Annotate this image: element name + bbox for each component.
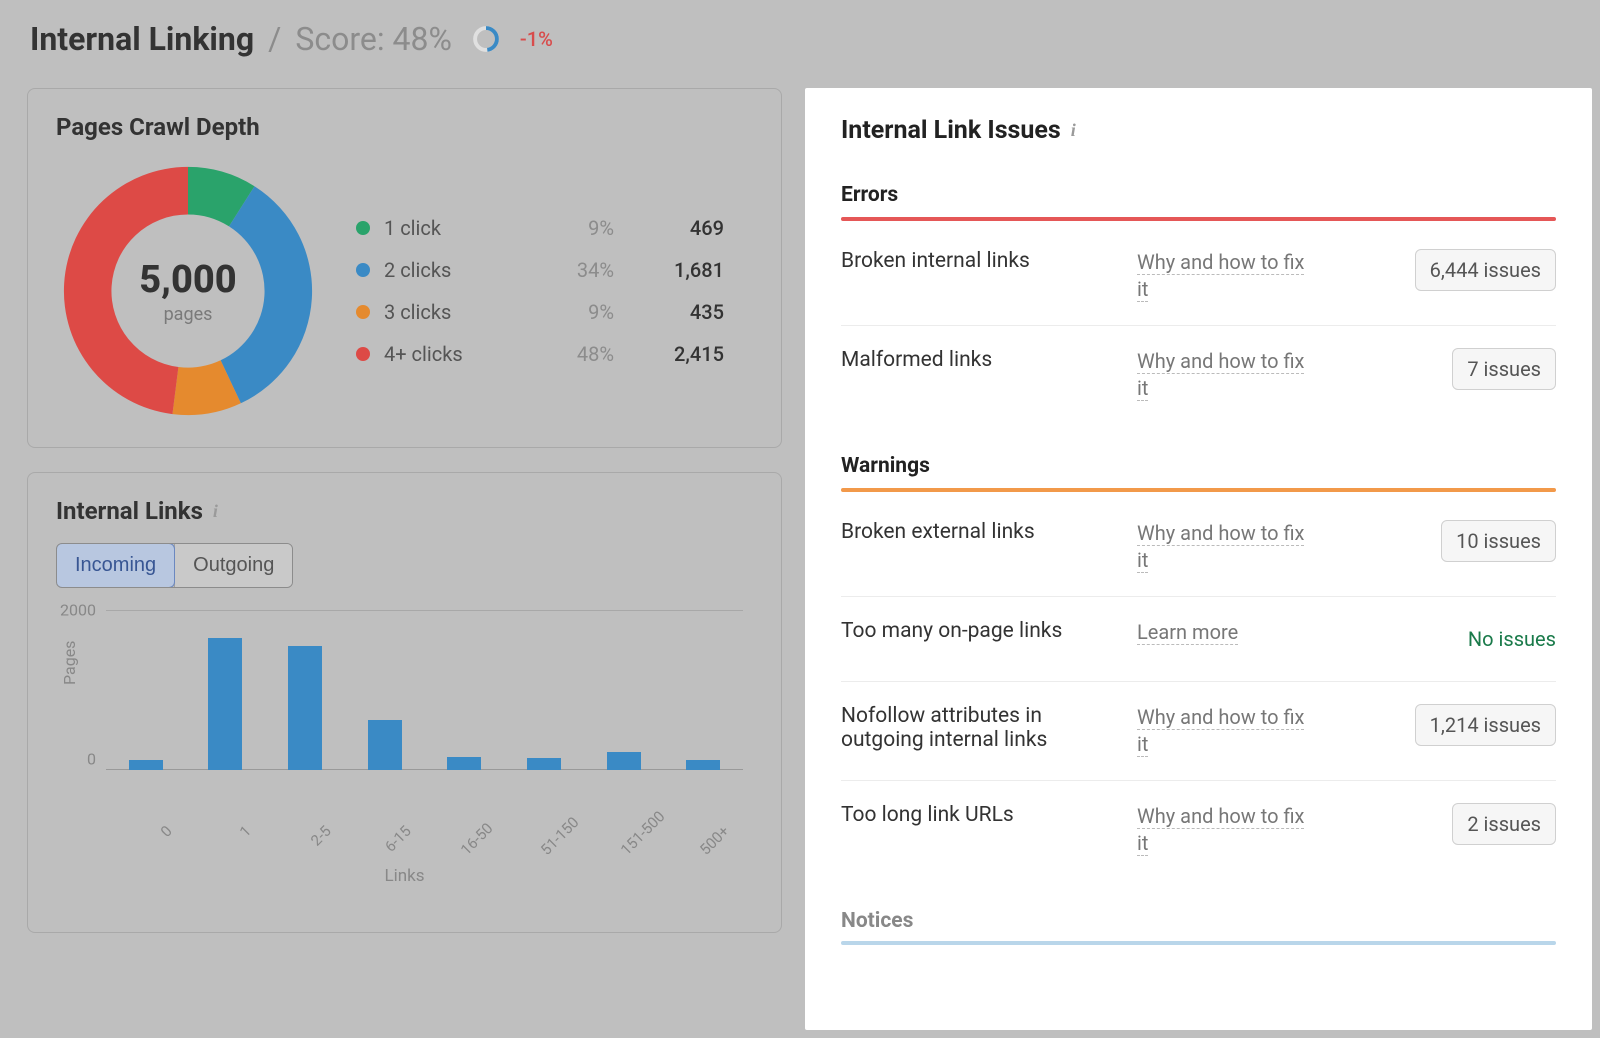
info-icon[interactable]: i [213,501,218,522]
legend-label: 2 clicks [384,258,524,282]
legend-count: 469 [614,216,724,240]
issue-count-button[interactable]: 7 issues [1452,348,1556,390]
legend-row[interactable]: 2 clicks34%1,681 [356,258,753,282]
chart-ylabel: Pages [60,641,79,685]
crawl-depth-title: Pages Crawl Depth [56,113,753,141]
bar[interactable] [288,646,322,770]
no-issues-label: No issues [1468,619,1556,659]
crawl-depth-legend: 1 click9%4692 clicks34%1,6813 clicks9%43… [356,216,753,366]
ytick-high: 2000 [60,601,96,620]
issue-count-button[interactable]: 1,214 issues [1415,704,1556,746]
xtick: 51-150 [537,822,574,859]
xtick: 16-50 [457,822,494,859]
legend-count: 2,415 [614,342,724,366]
section-divider [841,488,1556,492]
issue-row: Too many on-page links Learn more No issue… [841,597,1556,682]
issue-name: Nofollow attributes in outgoing internal… [841,704,1121,752]
score-label: Score: 48% [295,20,452,58]
internal-links-title-text: Internal Links [56,497,203,525]
legend-pct: 9% [524,216,614,240]
legend-pct: 48% [524,342,614,366]
issue-count-button[interactable]: 2 issues [1452,803,1556,845]
bar[interactable] [447,757,481,770]
section-heading: Errors [841,183,1556,217]
xtick: 0 [139,822,176,859]
legend-count: 435 [614,300,724,324]
legend-label: 1 click [384,216,524,240]
xtick: 1 [218,822,255,859]
xtick: 6-15 [378,822,415,859]
issues-panel-title: Internal Link Issues i [841,116,1556,145]
legend-row[interactable]: 3 clicks9%435 [356,300,753,324]
internal-links-title: Internal Links i [56,497,753,525]
xtick: 500+ [696,822,733,859]
tab-incoming[interactable]: Incoming [56,543,175,588]
score-delta: -1% [520,27,553,51]
section-heading: Warnings [841,454,1556,488]
crawl-depth-donut: 5,000 pages [56,159,320,423]
issue-row: Malformed links Why and how to fix it 7 is… [841,326,1556,424]
xtick: 2-5 [298,822,335,859]
donut-unit: pages [164,304,213,325]
legend-dot [356,347,370,361]
issue-name: Broken internal links [841,249,1121,273]
issue-row: Too long link URLs Why and how to fix it 2… [841,781,1556,879]
issue-name: Malformed links [841,348,1121,372]
legend-label: 3 clicks [384,300,524,324]
issue-count-button[interactable]: 6,444 issues [1415,249,1556,291]
page-title: Internal Linking [30,20,254,58]
links-bar-chart: Pages 2000 0 012-56-1516-5051-150151-500… [106,600,743,810]
chart-xlabel: Links [56,866,753,886]
legend-dot [356,263,370,277]
tab-outgoing[interactable]: Outgoing [174,544,292,587]
internal-links-card: Internal Links i Incoming Outgoing Pages… [27,472,782,933]
issue-help-link[interactable]: Learn more [1137,620,1238,645]
xtick: 151-500 [617,822,654,859]
issue-row: Broken external links Why and how to fix … [841,498,1556,597]
bar[interactable] [686,760,720,770]
bar[interactable] [527,758,561,770]
section-divider [841,941,1556,945]
donut-total: 5,000 [139,258,236,302]
bar[interactable] [208,638,242,770]
issue-name: Broken external links [841,520,1121,544]
crawl-depth-card: Pages Crawl Depth 5,000 pages 1 click9%4… [27,88,782,448]
issue-help-link[interactable]: Why and how to fix it [1137,804,1304,856]
issues-panel: Internal Link Issues i Errors Broken inte… [805,88,1592,1030]
section-divider [841,217,1556,221]
score-donut-icon [472,25,500,53]
separator: / [268,20,281,58]
legend-pct: 34% [524,258,614,282]
issue-help-link[interactable]: Why and how to fix it [1137,521,1304,573]
legend-pct: 9% [524,300,614,324]
issue-name: Too many on-page links [841,619,1121,643]
info-icon[interactable]: i [1071,120,1076,141]
issues-panel-title-text: Internal Link Issues [841,116,1061,145]
links-tabs: Incoming Outgoing [56,543,293,588]
legend-dot [356,221,370,235]
issue-help-link[interactable]: Why and how to fix it [1137,705,1304,757]
legend-count: 1,681 [614,258,724,282]
issue-help-link[interactable]: Why and how to fix it [1137,349,1304,401]
issue-help-link[interactable]: Why and how to fix it [1137,250,1304,302]
issue-row: Broken internal links Why and how to fix … [841,227,1556,326]
bar[interactable] [607,752,641,770]
ytick-low: 0 [87,750,96,769]
bar[interactable] [129,760,163,770]
legend-row[interactable]: 4+ clicks48%2,415 [356,342,753,366]
issue-name: Too long link URLs [841,803,1121,827]
issue-row: Nofollow attributes in outgoing internal… [841,682,1556,781]
issue-count-button[interactable]: 10 issues [1441,520,1556,562]
bar[interactable] [368,720,402,770]
page-header: Internal Linking / Score: 48% -1% [0,0,1600,82]
legend-label: 4+ clicks [384,342,524,366]
section-heading: Notices [841,909,1556,941]
legend-dot [356,305,370,319]
legend-row[interactable]: 1 click9%469 [356,216,753,240]
